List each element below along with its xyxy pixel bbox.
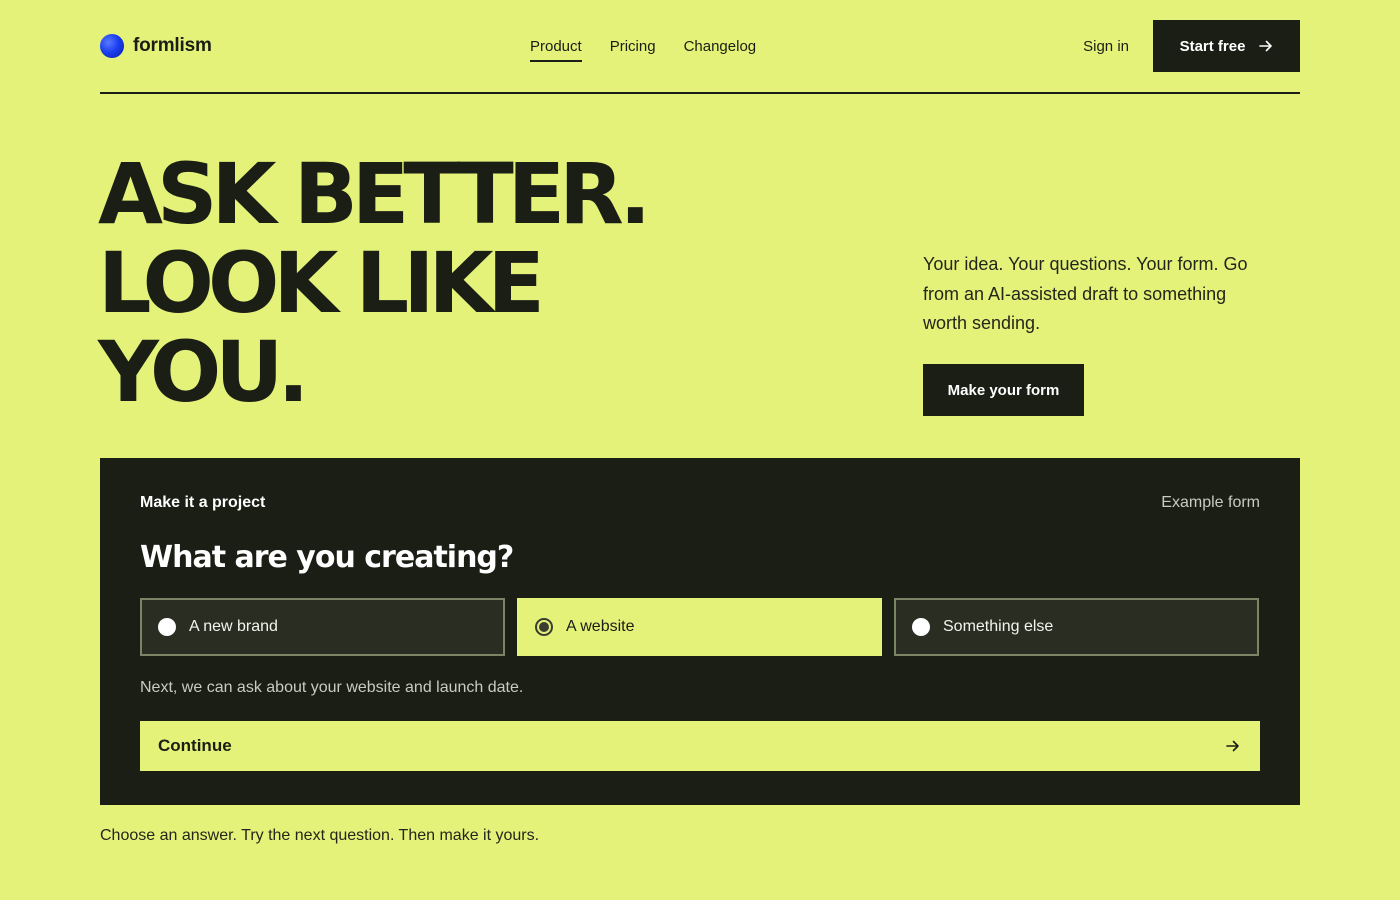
hero-title: ASK BETTER. LOOK LIKE YOU. bbox=[98, 150, 878, 417]
option-new-brand[interactable]: A new brand bbox=[140, 598, 505, 656]
header-divider bbox=[100, 92, 1300, 94]
radio-checked-icon[interactable] bbox=[535, 618, 553, 636]
form-question: What are you creating? bbox=[140, 540, 514, 575]
hero-title-line: LOOK LIKE bbox=[98, 234, 545, 332]
radio-unchecked-icon[interactable] bbox=[158, 618, 176, 636]
make-your-form-button[interactable]: Make your form bbox=[923, 364, 1084, 416]
arrow-right-icon bbox=[1226, 740, 1240, 752]
start-free-button[interactable]: Start free bbox=[1153, 20, 1300, 72]
hero-title-line: ASK BETTER. bbox=[98, 145, 651, 243]
arrow-right-icon bbox=[1259, 40, 1273, 52]
globe-logo-icon bbox=[100, 34, 124, 58]
sign-in-link[interactable]: Sign in bbox=[1083, 38, 1129, 55]
nav-item-changelog[interactable]: Changelog bbox=[684, 34, 757, 59]
hero-description: Your idea. Your questions. Your form. Go… bbox=[923, 254, 1248, 333]
nav-item-product[interactable]: Product bbox=[530, 34, 582, 62]
brand-name: formlism bbox=[133, 35, 212, 56]
header-actions: Sign in Start free bbox=[1083, 20, 1300, 72]
site-header: formlism Product Pricing Changelog Sign … bbox=[100, 20, 1300, 72]
nav-item-pricing[interactable]: Pricing bbox=[610, 34, 656, 59]
start-free-label: Start free bbox=[1179, 37, 1246, 55]
example-form-panel: Make it a project Example form What are … bbox=[100, 458, 1300, 805]
brand-link[interactable]: formlism bbox=[100, 34, 212, 58]
answer-options: A new brand A website Something else bbox=[140, 598, 1259, 656]
option-website[interactable]: A website bbox=[517, 598, 882, 656]
option-something-else[interactable]: Something else bbox=[894, 598, 1259, 656]
example-form-label: Example form bbox=[1161, 494, 1260, 511]
radio-unchecked-icon[interactable] bbox=[912, 618, 930, 636]
option-label: Something else bbox=[943, 618, 1054, 635]
continue-button[interactable]: Continue bbox=[140, 721, 1260, 771]
footer-note: Choose an answer. Try the next question.… bbox=[100, 827, 540, 844]
option-label: A website bbox=[566, 618, 635, 635]
option-label: A new brand bbox=[189, 618, 278, 635]
main-nav: Product Pricing Changelog bbox=[530, 20, 756, 72]
form-hint: Next, we can ask about your website and … bbox=[140, 679, 524, 696]
continue-label: Continue bbox=[158, 736, 232, 755]
hero-title-line: YOU. bbox=[98, 323, 309, 421]
project-label: Make it a project bbox=[140, 494, 266, 511]
